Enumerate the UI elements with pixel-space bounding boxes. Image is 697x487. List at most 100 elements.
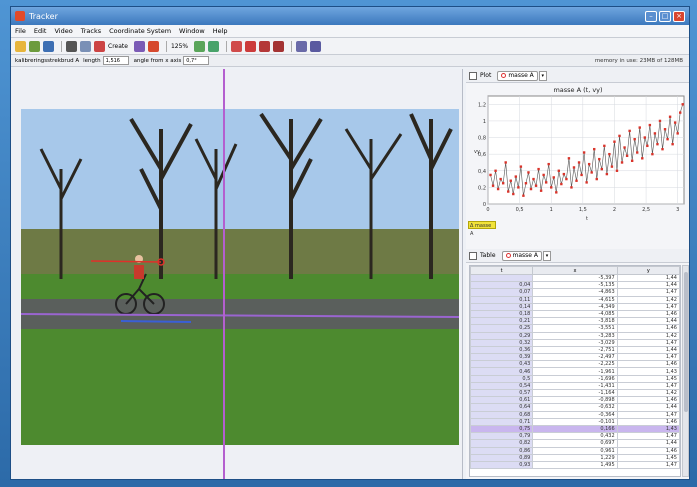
- vector-icon[interactable]: [296, 40, 308, 52]
- save-icon[interactable]: [43, 40, 54, 52]
- data-point[interactable]: [496, 187, 500, 191]
- maximize-button[interactable]: □: [659, 10, 671, 22]
- data-point[interactable]: [567, 157, 571, 160]
- table-row[interactable]: 0,68 -0,364 1,47: [470, 410, 680, 419]
- data-point[interactable]: [608, 152, 611, 156]
- data-point[interactable]: [651, 152, 654, 156]
- data-point[interactable]: [646, 144, 649, 148]
- data-point[interactable]: [666, 138, 669, 141]
- data-point[interactable]: [570, 186, 573, 189]
- table-row[interactable]: 0,21 -3,818 1,44: [470, 317, 680, 326]
- data-point[interactable]: [661, 147, 664, 151]
- close-button[interactable]: ×: [673, 10, 685, 22]
- data-point[interactable]: [572, 166, 576, 169]
- data-point[interactable]: [636, 151, 639, 154]
- data-point[interactable]: [585, 181, 588, 184]
- table-row[interactable]: -5,397 1,44: [470, 273, 680, 283]
- table-tab-label[interactable]: Table: [480, 252, 496, 259]
- labels-icon[interactable]: [208, 40, 220, 52]
- data-point[interactable]: [529, 187, 533, 191]
- data-point[interactable]: [522, 194, 525, 197]
- zoom-button[interactable]: 125%: [171, 43, 188, 50]
- data-point[interactable]: [590, 171, 593, 174]
- data-point[interactable]: [653, 132, 657, 135]
- table-row[interactable]: 0,04 -5,135 1,44: [470, 281, 680, 290]
- data-point[interactable]: [550, 186, 553, 189]
- data-point[interactable]: [565, 177, 568, 181]
- trail-icon[interactable]: [194, 40, 206, 52]
- table-row[interactable]: 0,36 -2,751 1,44: [470, 345, 680, 355]
- position-icon[interactable]: [231, 40, 243, 52]
- data-point[interactable]: [671, 142, 674, 146]
- flag-icon[interactable]: [147, 40, 159, 52]
- data-point[interactable]: [560, 182, 563, 186]
- data-point[interactable]: [641, 157, 644, 160]
- data-point[interactable]: [620, 161, 624, 164]
- data-point[interactable]: [676, 132, 679, 135]
- data-point[interactable]: [643, 136, 646, 139]
- table-row[interactable]: 0,43 -2,225 1,46: [470, 360, 680, 369]
- data-point[interactable]: [517, 186, 520, 189]
- data-point[interactable]: [623, 146, 626, 149]
- table-row[interactable]: 0,29 -3,283 1,42: [470, 331, 680, 340]
- data-point[interactable]: [598, 157, 601, 161]
- data-point[interactable]: [615, 169, 619, 172]
- data-point[interactable]: [544, 181, 548, 184]
- data-point[interactable]: [501, 182, 505, 185]
- data-point[interactable]: [489, 173, 492, 177]
- table-row[interactable]: 0,54 -1,431 1,47: [470, 381, 680, 391]
- table-scrollbar[interactable]: [682, 265, 689, 477]
- data-point[interactable]: [507, 190, 510, 193]
- coordinate-axes-icon[interactable]: [80, 40, 91, 52]
- plot-tab-label[interactable]: Plot: [480, 72, 491, 79]
- data-point[interactable]: [527, 171, 530, 174]
- data-point[interactable]: [625, 154, 629, 158]
- data-point[interactable]: [679, 111, 682, 114]
- data-point[interactable]: [648, 123, 652, 127]
- data-point[interactable]: [587, 162, 591, 166]
- menu-tracks[interactable]: Tracks: [81, 27, 101, 35]
- table-row[interactable]: 0,86 0,961 1,46: [470, 446, 680, 455]
- table-row[interactable]: 0,46 -1,961 1,43: [470, 367, 680, 376]
- data-point[interactable]: [593, 147, 596, 151]
- data-point[interactable]: [514, 175, 518, 178]
- column-header-t[interactable]: t: [470, 266, 534, 275]
- table-track-selector[interactable]: masse A: [501, 250, 542, 261]
- menu-video[interactable]: Video: [54, 27, 72, 35]
- table-row[interactable]: 0,75 0,166 1,43: [470, 424, 680, 434]
- length-field[interactable]: 1,516: [102, 56, 129, 65]
- table-row[interactable]: 0,5 -1,696 1,45: [470, 374, 680, 383]
- menu-coordinate-system[interactable]: Coordinate System: [109, 27, 171, 35]
- data-point[interactable]: [633, 138, 636, 141]
- chevron-down-icon[interactable]: ▾: [543, 250, 551, 261]
- menu-file[interactable]: File: [15, 27, 26, 35]
- data-point[interactable]: [613, 140, 616, 143]
- data-point[interactable]: [603, 144, 606, 148]
- path-icon[interactable]: [273, 40, 285, 52]
- data-point[interactable]: [658, 119, 662, 123]
- track-name[interactable]: kalibreringsstrekbrud A: [15, 58, 79, 64]
- data-point[interactable]: [663, 128, 667, 131]
- data-point[interactable]: [580, 173, 583, 177]
- open-folder-icon[interactable]: [15, 40, 26, 52]
- data-point[interactable]: [575, 179, 578, 182]
- data-point[interactable]: [524, 182, 528, 185]
- plot-chart[interactable]: masse A (t, vy) vy t 0 0,5 1 1,5 2 2,5 300,20,…: [466, 83, 690, 221]
- data-point[interactable]: [519, 165, 523, 168]
- velocity-icon[interactable]: [245, 40, 257, 52]
- data-point[interactable]: [562, 172, 566, 176]
- video-frame[interactable]: [21, 109, 459, 445]
- table-row[interactable]: 0,71 -0,101 1,46: [470, 417, 680, 426]
- table-row[interactable]: 0,18 -4,085 1,46: [470, 309, 680, 319]
- table-row[interactable]: 0,82 0,697 1,44: [470, 439, 680, 448]
- table-row[interactable]: 0,32 -3,029 1,47: [470, 338, 680, 347]
- data-point[interactable]: [656, 142, 659, 146]
- data-point[interactable]: [610, 165, 614, 168]
- table-row[interactable]: 0,07 -4,863 1,47: [470, 288, 680, 297]
- data-point[interactable]: [491, 184, 495, 187]
- data-point[interactable]: [600, 167, 604, 171]
- track-icon[interactable]: [133, 40, 145, 52]
- plot-track-tag[interactable]: Δ masse A: [468, 221, 496, 237]
- table-row[interactable]: 0,14 -4,349 1,47: [470, 302, 680, 311]
- create-button[interactable]: Create: [108, 43, 128, 50]
